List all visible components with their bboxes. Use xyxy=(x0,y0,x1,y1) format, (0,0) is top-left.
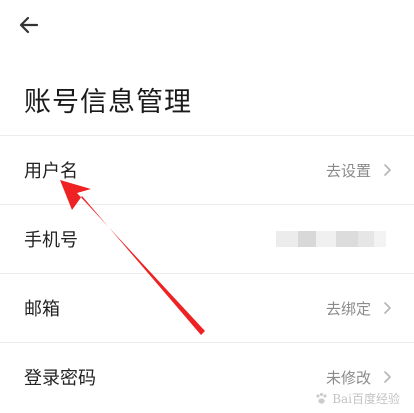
account-info-page: 账号信息管理 用户名 去设置 手机号 邮箱 去绑定 登录密码 未修改 Bai百度… xyxy=(0,0,414,413)
row-email[interactable]: 邮箱 去绑定 xyxy=(0,274,414,342)
password-value: 未修改 xyxy=(325,368,371,387)
row-phone[interactable]: 手机号 xyxy=(0,205,414,273)
back-button[interactable] xyxy=(12,8,46,42)
chevron-right-icon xyxy=(384,302,391,314)
password-label: 登录密码 xyxy=(24,368,96,389)
phone-redacted-blur xyxy=(276,228,386,250)
email-label: 邮箱 xyxy=(24,299,60,320)
username-label: 用户名 xyxy=(24,161,78,182)
watermark: Bai百度经验 xyxy=(315,390,400,407)
paw-icon xyxy=(316,392,327,404)
row-username[interactable]: 用户名 去设置 xyxy=(0,136,414,204)
phone-label: 手机号 xyxy=(24,230,78,251)
settings-list: 用户名 去设置 手机号 邮箱 去绑定 登录密码 未修改 xyxy=(0,135,414,411)
chevron-right-icon xyxy=(384,164,391,176)
page-title: 账号信息管理 xyxy=(24,87,192,118)
watermark-text: Bai百度经验 xyxy=(332,392,400,406)
chevron-right-icon xyxy=(384,371,391,383)
arrow-left-icon xyxy=(19,16,39,34)
username-value: 去设置 xyxy=(325,161,371,180)
email-value: 去绑定 xyxy=(325,299,371,318)
